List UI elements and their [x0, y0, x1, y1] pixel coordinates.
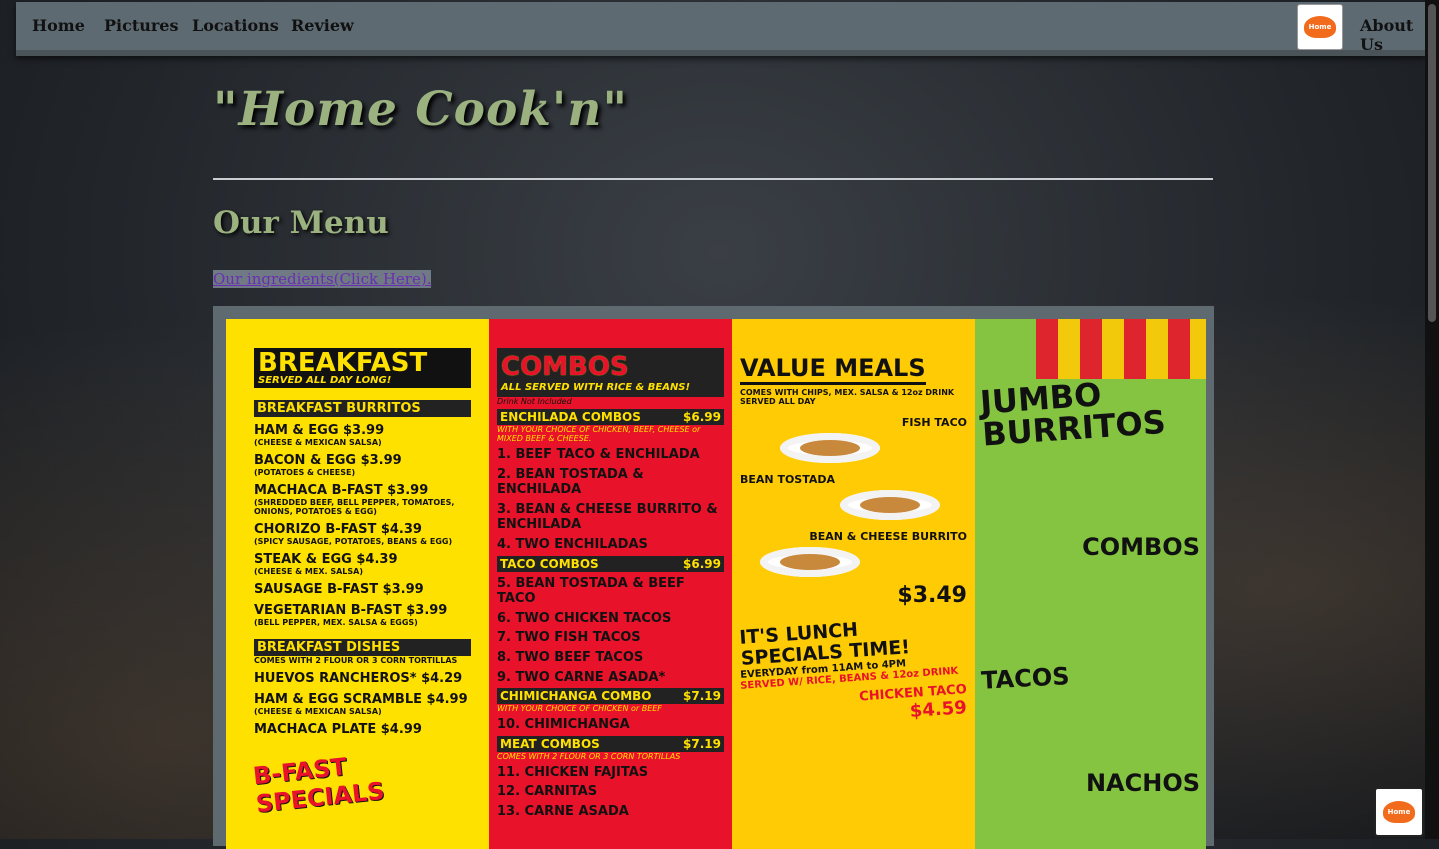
combo-section-note: WITH YOUR CHOICE OF CHICKEN, BEEF, CHEES…	[497, 425, 701, 443]
breakfast-dishes-note: COMES WITH 2 FLOUR OR 3 CORN TORTILLAS	[254, 656, 458, 665]
food-plate-image	[780, 433, 880, 463]
menu-image: BREAKFAST SERVED ALL DAY LONG! BREAKFAST…	[226, 319, 1206, 849]
combo-item: 4. TWO ENCHILADAS	[497, 536, 648, 552]
menu-item: BACON & EGG $3.99	[254, 453, 402, 468]
value-meals-subtitle: COMES WITH CHIPS, MEX. SALSA & 12oz DRIN…	[740, 388, 955, 406]
nav-about-us[interactable]: About Us	[1360, 16, 1425, 54]
menu-item-note: (POTATOES & CHEESE)	[254, 468, 356, 477]
jumbo-section: TACOS	[980, 662, 1071, 695]
bfast-specials-badge: B-FAST SPECIALS	[251, 752, 386, 819]
menu-value-meals-column: VALUE MEALS COMES WITH CHIPS, MEX. SALSA…	[732, 319, 975, 849]
menu-item: HUEVOS RANCHEROS* $4.29	[254, 671, 463, 686]
restaurant-logo-icon[interactable]: Home	[1297, 4, 1343, 50]
menu-item-note: (CHEESE & MEX. SALSA)	[254, 567, 364, 576]
combo-item: 9. TWO CARNE ASADA*	[497, 669, 666, 685]
menu-item-note: (SPICY SAUSAGE, POTATOES, BEANS & EGG)	[254, 537, 453, 546]
menu-item: MACHACA PLATE $4.99	[254, 722, 422, 737]
menu-item-note: (CHEESE & MEXICAN SALSA)	[254, 707, 382, 716]
combo-item: 13. CARNE ASADA	[497, 803, 629, 819]
combos-header: COMBOS ALL SERVED WITH RICE & BEANS!	[497, 348, 724, 397]
nav-review[interactable]: Review	[291, 16, 354, 35]
breakfast-dishes-header: BREAKFAST DISHES	[254, 639, 471, 656]
combo-section-note: WITH YOUR CHOICE OF CHICKEN or BEEF	[497, 704, 662, 714]
menu-item: VEGETARIAN B-FAST $3.99	[254, 603, 448, 618]
menu-item-note: (CHEESE & MEXICAN SALSA)	[254, 438, 382, 447]
ingredients-link[interactable]: Our ingredients(Click Here).	[213, 270, 432, 288]
value-price: $3.49	[897, 583, 967, 608]
jumbo-section: NACHOS	[1085, 769, 1200, 797]
combos-title: COMBOS	[501, 352, 629, 382]
combo-item: 11. CHICKEN FAJITAS	[497, 764, 649, 780]
combo-section-title: TACO COMBOS	[500, 556, 599, 571]
combo-section-price: $7.19	[683, 736, 721, 751]
combo-section-title: CHIMICHANGA COMBO	[500, 689, 652, 704]
jumbo-section: COMBOS	[1082, 533, 1200, 561]
combo-section-header: MEAT COMBOS $7.19	[497, 735, 724, 752]
value-meals-title: VALUE MEALS	[740, 354, 926, 385]
combo-section-note: COMES WITH 2 FLOUR OR 3 CORN TORTILLAS	[497, 751, 681, 761]
scrollbar-thumb[interactable]	[1428, 4, 1436, 322]
value-item: BEAN TOSTADA	[740, 473, 836, 486]
combo-item: 5. BEAN TOSTADA & BEEF TACO	[497, 575, 685, 607]
combo-section-header: ENCHILADA COMBOS $6.99	[497, 409, 724, 425]
nav-locations[interactable]: Locations	[192, 16, 279, 35]
nav-home[interactable]: Home	[32, 16, 85, 35]
combo-item: 7. TWO FISH TACOS	[497, 630, 641, 646]
combo-item: 8. TWO BEEF TACOS	[497, 649, 644, 665]
combo-section-title: MEAT COMBOS	[500, 736, 600, 751]
combo-item: 6. TWO CHICKEN TACOS	[497, 610, 672, 626]
menu-item: HAM & EGG SCRAMBLE $4.99	[254, 692, 468, 707]
menu-combos-column: COMBOS ALL SERVED WITH RICE & BEANS! Dri…	[489, 319, 732, 849]
combo-item: 12. CARNITAS	[497, 784, 598, 800]
menu-item: CHORIZO B-FAST $4.39	[254, 522, 422, 537]
combo-section-price: $7.19	[683, 689, 721, 704]
combo-section-header: CHIMICHANGA COMBO $7.19	[497, 688, 724, 705]
menu-jumbo-column: JUMBO BURRITOS COMBOS TACOS NACHOS	[975, 319, 1206, 849]
chat-logo-icon[interactable]: Home	[1374, 787, 1424, 837]
breakfast-title: BREAKFAST	[258, 348, 428, 378]
jumbo-title: JUMBO BURRITOS	[978, 375, 1167, 454]
value-item: FISH TACO	[901, 416, 967, 429]
menu-item-note: (SHREDDED BEEF, BELL PEPPER, TOMATOES, O…	[254, 498, 455, 516]
menu-heading: Our Menu	[213, 205, 389, 241]
menu-item: HAM & EGG $3.99	[254, 423, 385, 438]
title-divider	[213, 178, 1213, 180]
nav-pictures[interactable]: Pictures	[104, 16, 179, 35]
breakfast-burritos-header: BREAKFAST BURRITOS	[254, 400, 471, 417]
value-item: BEAN & CHEESE BURRITO	[809, 530, 967, 543]
combo-item: 10. CHIMICHANGA	[497, 717, 630, 733]
menu-breakfast-column: BREAKFAST SERVED ALL DAY LONG! BREAKFAST…	[226, 319, 489, 849]
lunch-item-block: CHICKEN TACO $4.59	[740, 682, 968, 726]
menu-item: STEAK & EGG $4.39	[254, 552, 398, 567]
breakfast-subtitle: SERVED ALL DAY LONG!	[258, 375, 392, 386]
menu-item: SAUSAGE B-FAST $3.99	[254, 582, 424, 597]
fab-logo-mark: Home	[1383, 801, 1415, 823]
page-scrollbar[interactable]	[1425, 0, 1439, 839]
menu-item-note: (BELL PEPPER, MEX. SALSA & EGGS)	[254, 618, 418, 627]
combo-section-header: TACO COMBOS $6.99	[497, 555, 724, 572]
top-navbar: Home Pictures Locations Review Home Abou…	[16, 2, 1425, 56]
page-title: "Home Cook'n"	[213, 82, 628, 137]
combos-subtitle: ALL SERVED WITH RICE & BEANS!	[501, 382, 691, 393]
combo-section-price: $6.99	[683, 556, 721, 571]
breakfast-header: BREAKFAST SERVED ALL DAY LONG!	[254, 348, 471, 388]
combo-section-price: $6.99	[683, 410, 721, 424]
menu-item: MACHACA B-FAST $3.99	[254, 483, 429, 498]
logo-mark: Home	[1304, 16, 1336, 38]
combo-item: 2. BEAN TOSTADA & ENCHILADA	[497, 466, 644, 498]
combo-section-title: ENCHILADA COMBOS	[500, 410, 641, 424]
checker-pattern	[1036, 319, 1206, 379]
food-plate-image	[840, 490, 940, 520]
combo-item: 3. BEAN & CHEESE BURRITO & ENCHILADA	[497, 501, 718, 533]
combo-item: 1. BEEF TACO & ENCHILADA	[497, 447, 700, 462]
food-plate-image	[760, 547, 860, 577]
drink-note: Drink Not Included	[497, 397, 572, 406]
